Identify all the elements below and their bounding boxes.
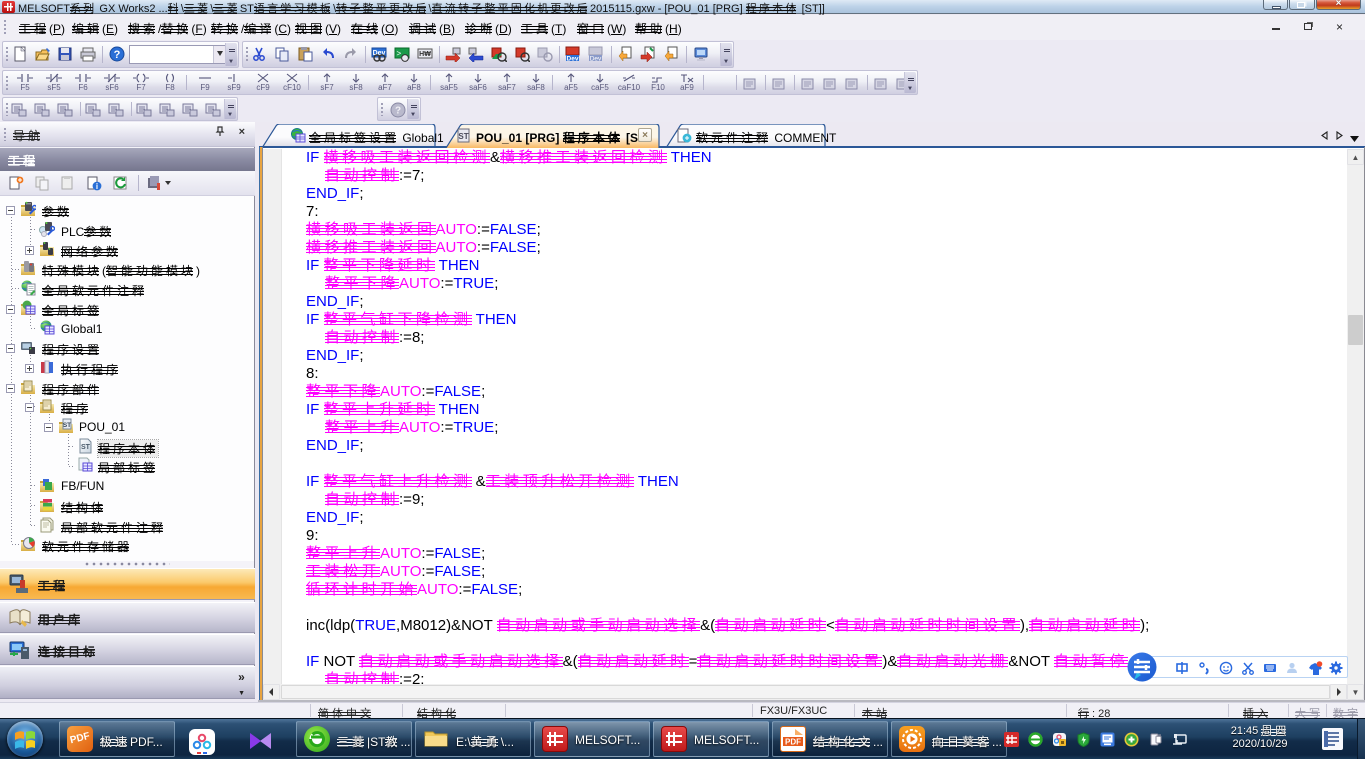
svg-text:H₩: H₩ bbox=[419, 51, 431, 58]
svg-text:PDF: PDF bbox=[785, 738, 801, 747]
svg-text:ST: ST bbox=[81, 444, 91, 451]
svg-text:Dev: Dev bbox=[590, 56, 602, 63]
svg-text:ST: ST bbox=[63, 422, 71, 429]
svg-text:i: i bbox=[96, 182, 98, 191]
svg-text:Dev: Dev bbox=[567, 56, 579, 63]
svg-text:ST: ST bbox=[458, 132, 468, 141]
svg-text:?: ? bbox=[395, 106, 401, 117]
svg-text:?: ? bbox=[114, 49, 121, 61]
